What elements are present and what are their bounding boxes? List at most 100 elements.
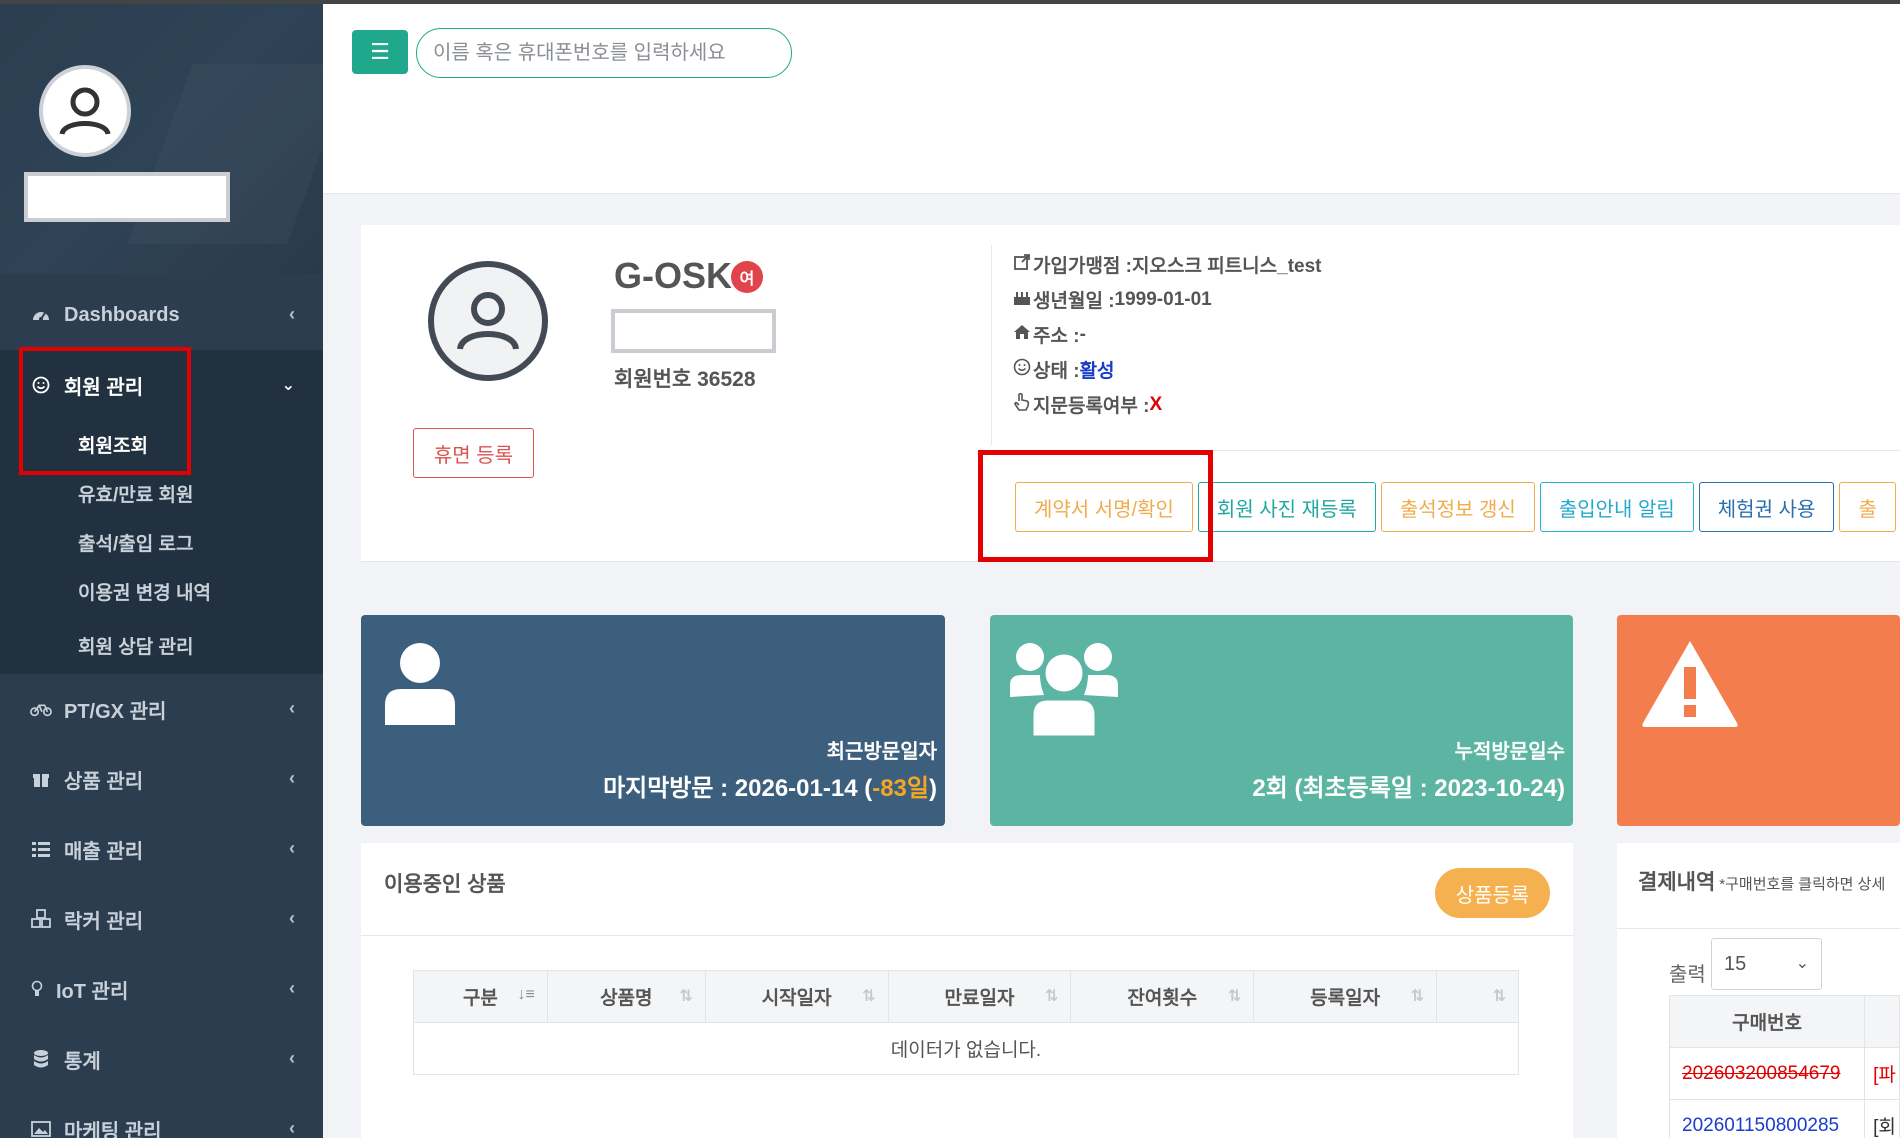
sidebar-item-label: 락커 관리: [64, 910, 144, 933]
dormant-register-button[interactable]: 휴면 등록: [413, 428, 534, 478]
more-action-button[interactable]: 출: [1839, 482, 1896, 532]
column-header-registered-date[interactable]: 등록일자 ⇅: [1253, 970, 1438, 1023]
chevron-left-icon: ‹: [289, 978, 295, 998]
birthday-cake-icon: [1013, 288, 1031, 311]
products-title: 이용중인 상품: [384, 873, 506, 896]
gift-icon: [30, 768, 52, 790]
column-header-type[interactable]: 구분 ↓≡: [413, 970, 548, 1023]
hamburger-icon: ☰: [370, 39, 390, 64]
products-table: 구분 ↓≡ 상품명 ⇅ 시작일자 ⇅ 만료일자 ⇅ 잔여횟수 ⇅ 등록일자 ⇅ ⇅ 데이터가…: [413, 970, 1519, 1075]
sidebar-item-statistics[interactable]: 통계 ‹: [0, 1024, 323, 1094]
sidebar-item-label: 통계: [64, 1050, 101, 1073]
column-header-cut[interactable]: [1864, 995, 1900, 1048]
sidebar-subitem-valid-expired[interactable]: 유효/만료 회원: [0, 469, 323, 518]
list-icon: [30, 838, 52, 860]
sidebar-item-iot[interactable]: IoT 관리 ‹: [0, 954, 323, 1024]
sidebar-item-locker[interactable]: 락커 관리 ‹: [0, 884, 323, 954]
gender-badge: 여: [731, 261, 763, 293]
purchase-number-link[interactable]: 202603200854679: [1668, 1047, 1866, 1100]
chevron-down-icon: ⌄: [1795, 955, 1809, 972]
info-address-label: 주소 :: [1033, 326, 1080, 347]
bicycle-icon: [30, 698, 52, 720]
sidebar-item-products[interactable]: 상품 관리 ‹: [0, 744, 323, 814]
sidebar-item-dashboards[interactable]: Dashboards ‹: [0, 280, 323, 350]
attendance-refresh-button[interactable]: 출석정보 갱신: [1380, 482, 1535, 532]
sidebar-item-sales[interactable]: 매출 관리 ‹: [0, 814, 323, 884]
info-branch-label: 가입가맹점 :: [1033, 256, 1133, 277]
sidebar-item-marketing[interactable]: 마케팅 관리 ‹: [0, 1094, 323, 1138]
column-header-start-date[interactable]: 시작일자 ⇅: [704, 970, 889, 1023]
external-link-icon: [1013, 253, 1031, 276]
sidebar-item-label: 매출 관리: [64, 840, 144, 863]
member-info-list: 가입가맹점 : 지오스크 피트니스_test 생년월일 : 1999-01-01…: [1013, 247, 1322, 422]
sidebar-item-label: PT/GX 관리: [64, 700, 167, 723]
entry-notice-button[interactable]: 출입안내 알림: [1539, 482, 1694, 532]
sidebar-item-label: 마케팅 관리: [64, 1120, 162, 1138]
member-name: G-OSK: [614, 255, 733, 296]
column-header-product-name[interactable]: 상품명 ⇅: [546, 970, 706, 1023]
chevron-down-icon: ⌄: [281, 377, 295, 394]
sidebar-avatar[interactable]: [39, 65, 131, 157]
warning-icon: [1642, 641, 1738, 727]
chevron-left-icon: ‹: [289, 698, 295, 718]
member-number: 회원번호 36528: [614, 368, 756, 391]
info-status-value: 활성: [1079, 361, 1115, 382]
divider: [1617, 928, 1900, 929]
purchase-number-link[interactable]: 202601150800285: [1668, 1099, 1866, 1138]
recent-visit-value: 마지막방문 : 2026-01-14 (-83일): [603, 775, 937, 802]
payments-title: 결제내역 *구매번호를 클릭하면 상세: [1638, 871, 1886, 894]
payments-table: 구매번호 202603200854679 [파 202601150800285 …: [1668, 995, 1900, 1138]
user-avatar-icon: [457, 292, 519, 350]
divider: [991, 245, 992, 445]
sort-icon: ⇅: [679, 988, 693, 1005]
sidebar-subitem-consultation[interactable]: 회원 상담 관리: [0, 616, 323, 674]
lightbulb-icon: [30, 978, 44, 1000]
highlight-box-contract: [978, 450, 1213, 562]
column-header-purchase-no[interactable]: 구매번호: [1668, 995, 1866, 1048]
smile-icon: [1013, 358, 1031, 381]
divider: [361, 935, 1573, 936]
payment-history-panel: 결제내역 *구매번호를 클릭하면 상세 출력 15 ⌄ 구매번호 20260320…: [1617, 843, 1900, 1138]
table-row[interactable]: 202601150800285 [회: [1668, 1099, 1900, 1138]
page-size-select[interactable]: 15 ⌄: [1711, 938, 1822, 990]
info-branch-value: 지오스크 피트니스_test: [1132, 256, 1322, 277]
purchase-tag: [파: [1864, 1047, 1900, 1100]
info-fingerprint-label: 지문등록여부 :: [1033, 396, 1150, 417]
sort-asc-icon: ↓≡: [517, 986, 535, 1003]
sidebar-item-ptgx[interactable]: PT/GX 관리 ‹: [0, 674, 323, 744]
sort-icon: ⇅: [1227, 988, 1242, 1005]
sidebar-subitem-attendance-log[interactable]: 출석/출입 로그: [0, 518, 323, 567]
image-icon: [30, 1118, 52, 1138]
info-fingerprint: 지문등록여부 : X: [1013, 387, 1322, 422]
highlight-box-member-search: [19, 347, 191, 475]
sidebar-username-redacted: [24, 172, 230, 222]
recent-visit-label: 최근방문일자: [826, 741, 937, 763]
trial-pass-button[interactable]: 체험권 사용: [1698, 482, 1835, 532]
empty-message: 데이터가 없습니다.: [413, 1022, 1519, 1075]
info-status-label: 상태 :: [1033, 361, 1080, 382]
sidebar-subitem-pass-change-history[interactable]: 이용권 변경 내역: [0, 567, 323, 616]
photo-reregister-button[interactable]: 회원 사진 재등록: [1197, 482, 1376, 532]
users-icon: [1010, 643, 1118, 737]
chevron-left-icon: ‹: [289, 908, 295, 928]
total-visit-label: 누적방문일수: [1454, 741, 1565, 763]
hand-pointer-icon: [1013, 392, 1031, 417]
user-avatar-icon: [59, 87, 111, 136]
column-header-extra[interactable]: ⇅: [1436, 970, 1519, 1023]
info-birth: 생년월일 : 1999-01-01: [1013, 282, 1322, 317]
info-birth-value: 1999-01-01: [1114, 288, 1212, 310]
info-fingerprint-value: X: [1149, 393, 1163, 415]
add-product-button[interactable]: 상품등록: [1435, 868, 1550, 918]
member-name-redacted: [611, 309, 776, 353]
member-avatar[interactable]: [428, 261, 548, 381]
sidebar-item-label: Dashboards: [64, 303, 180, 326]
chevron-left-icon: ‹: [289, 1048, 295, 1068]
total-visit-card: 누적방문일수 2회 (최초등록일 : 2023-10-24): [990, 615, 1573, 826]
column-header-end-date[interactable]: 만료일자 ⇅: [887, 970, 1072, 1023]
info-address-value: -: [1079, 323, 1086, 345]
column-header-remaining[interactable]: 잔여횟수 ⇅: [1070, 970, 1255, 1023]
sidebar-item-label: 상품 관리: [64, 770, 144, 793]
menu-toggle-button[interactable]: ☰: [352, 30, 408, 74]
search-input[interactable]: [416, 28, 792, 78]
table-row[interactable]: 202603200854679 [파: [1668, 1047, 1900, 1100]
